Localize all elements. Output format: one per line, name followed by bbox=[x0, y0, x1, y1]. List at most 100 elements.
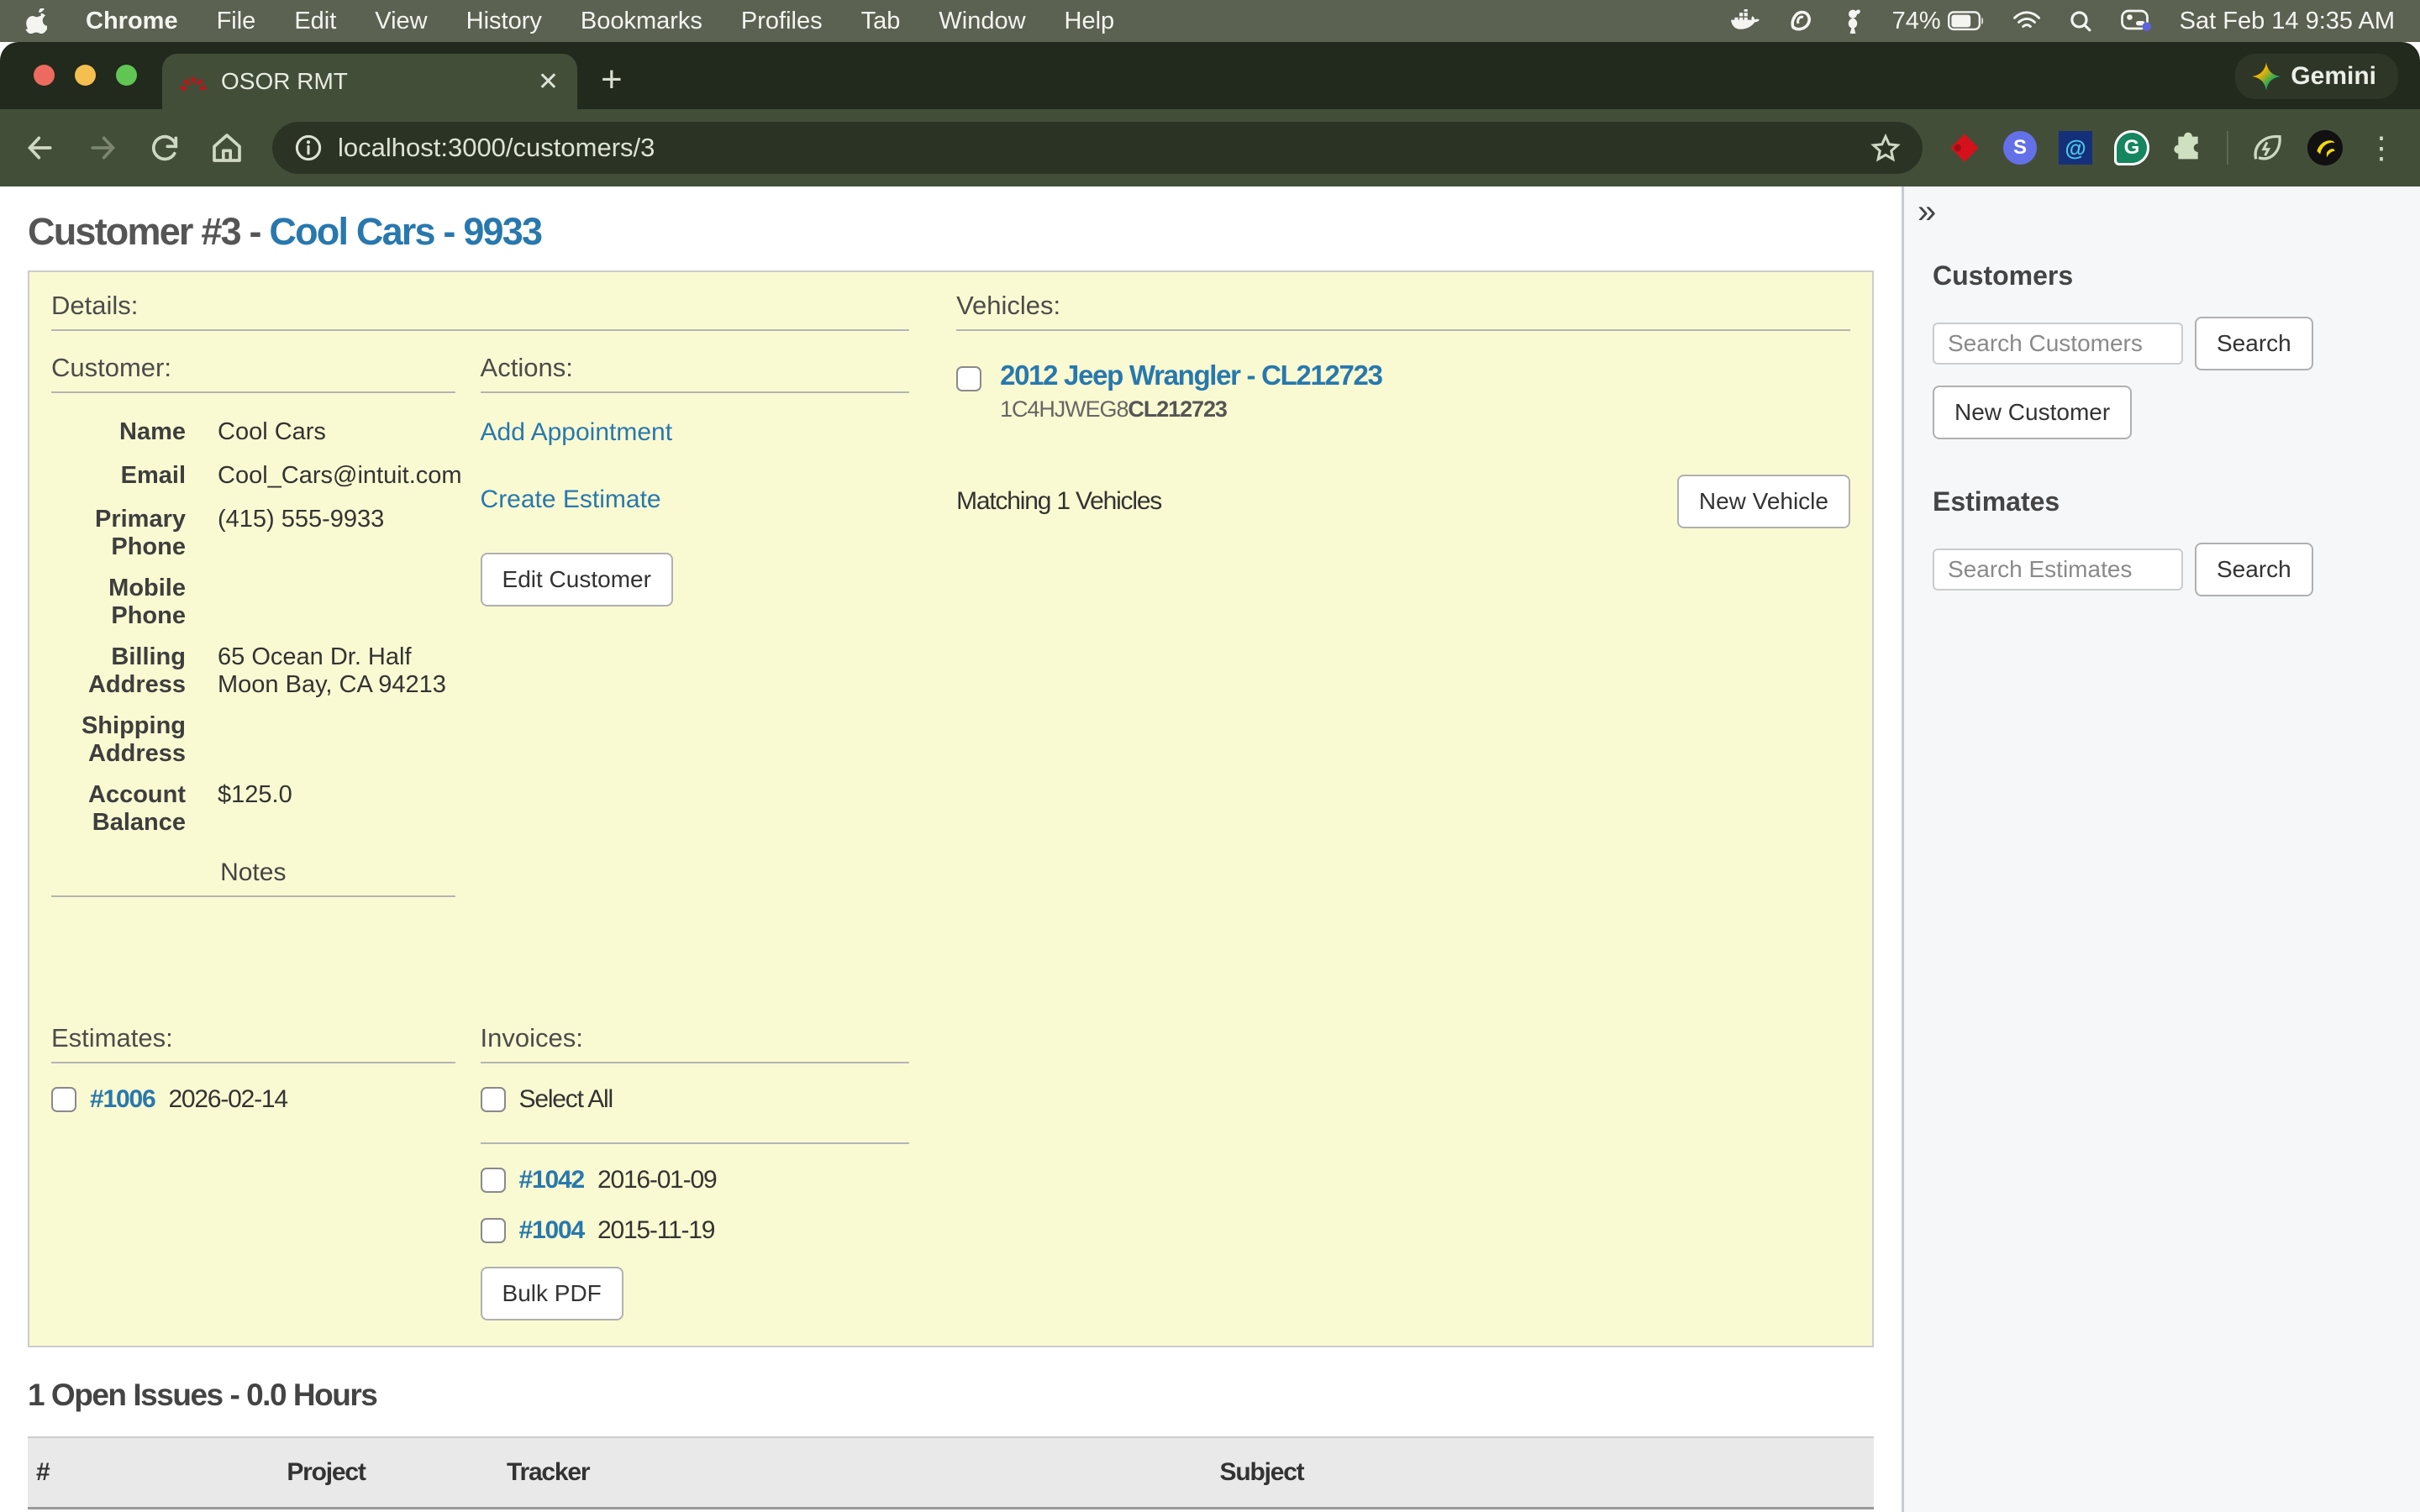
customer-column: Customer: Name Cool Cars Email Cool_Cars… bbox=[51, 353, 481, 897]
bookmark-star-icon[interactable] bbox=[1870, 133, 1901, 163]
browser-toolbar: localhost:3000/customers/3 S @ G bbox=[0, 109, 2420, 186]
user-switch-icon[interactable] bbox=[2121, 9, 2151, 33]
invoice-item: #1004 2015-11-19 bbox=[481, 1216, 910, 1245]
menu-history[interactable]: History bbox=[466, 8, 542, 35]
minimize-window-button[interactable] bbox=[75, 65, 96, 86]
gemini-button[interactable]: Gemini bbox=[2235, 54, 2398, 99]
invoice-date: 2016-01-09 bbox=[597, 1166, 716, 1194]
field-value: Cool_Cars@intuit.com bbox=[218, 462, 462, 492]
menu-profiles[interactable]: Profiles bbox=[741, 8, 823, 35]
docker-icon[interactable] bbox=[1731, 9, 1760, 33]
estimates-column: Estimates: #1006 2026-02-14 bbox=[51, 1023, 481, 1320]
extensions-puzzle-icon[interactable] bbox=[2171, 131, 2205, 165]
page-title: Customer #3 - Cool Cars - 9933 bbox=[28, 210, 1902, 254]
invoice-checkbox[interactable] bbox=[481, 1218, 506, 1243]
estimate-checkbox[interactable] bbox=[51, 1087, 76, 1112]
field-value: 65 Ocean Dr. Half Moon Bay, CA 94213 bbox=[218, 643, 462, 699]
menu-file[interactable]: File bbox=[217, 8, 256, 35]
apple-logo-icon[interactable] bbox=[25, 8, 47, 34]
invoice-date: 2015-11-19 bbox=[597, 1216, 714, 1245]
forward-button[interactable] bbox=[86, 131, 123, 165]
gemini-sparkle-icon bbox=[2252, 62, 2281, 91]
page-content: Customer #3 - Cool Cars - 9933 Details: … bbox=[0, 186, 2420, 1512]
extension-icons: S @ G ⋮ bbox=[1948, 129, 2396, 167]
extension-grammarly-icon[interactable]: G bbox=[2114, 130, 2149, 165]
back-button[interactable] bbox=[24, 131, 60, 165]
bulk-pdf-button[interactable]: Bulk PDF bbox=[481, 1267, 623, 1320]
open-issues-heading: 1 Open Issues - 0.0 Hours bbox=[28, 1378, 1902, 1413]
vehicle-link[interactable]: 2012 Jeep Wrangler - CL212723 bbox=[1000, 360, 1382, 391]
gemini-label: Gemini bbox=[2291, 62, 2376, 91]
chrome-menu-icon[interactable]: ⋮ bbox=[2366, 139, 2396, 157]
select-all-label: Select All bbox=[519, 1085, 613, 1114]
menu-chrome[interactable]: Chrome bbox=[86, 8, 178, 35]
details-heading: Details: bbox=[51, 291, 909, 331]
header-project: Project bbox=[154, 1437, 498, 1509]
extension-redshield-icon[interactable] bbox=[1948, 131, 1981, 165]
menu-view[interactable]: View bbox=[375, 8, 427, 35]
menu-tab[interactable]: Tab bbox=[861, 8, 901, 35]
site-info-icon[interactable] bbox=[294, 134, 323, 162]
field-value bbox=[218, 575, 462, 630]
actions-column: Actions: Add Appointment Create Estimate… bbox=[481, 353, 910, 897]
field-label: Mobile Phone bbox=[51, 575, 186, 630]
menu-bookmarks[interactable]: Bookmarks bbox=[581, 8, 702, 35]
issues-table: # Project Tracker Subject 77 Redmine Tes… bbox=[28, 1436, 1874, 1512]
search-customers-button[interactable]: Search bbox=[2195, 317, 2313, 370]
vehicle-checkbox[interactable] bbox=[956, 366, 981, 391]
header-tracker: Tracker bbox=[498, 1437, 650, 1509]
search-estimates-input[interactable] bbox=[1933, 549, 2183, 591]
battery-saver-leaf-icon[interactable] bbox=[2250, 131, 2284, 165]
menu-window[interactable]: Window bbox=[939, 8, 1025, 35]
estimate-link[interactable]: #1006 bbox=[90, 1085, 155, 1114]
reload-button[interactable] bbox=[148, 131, 185, 165]
invoice-link[interactable]: #1042 bbox=[519, 1166, 584, 1194]
matching-vehicles-text: Matching 1 Vehicles bbox=[956, 487, 1161, 516]
new-tab-button[interactable]: + bbox=[601, 59, 623, 101]
gnome-icon[interactable] bbox=[1842, 8, 1864, 34]
customer-name-link[interactable]: Cool Cars - 9933 bbox=[269, 210, 541, 253]
collapse-sidebar-icon[interactable]: » bbox=[1918, 193, 1936, 230]
page-title-prefix: Customer #3 - bbox=[28, 210, 269, 253]
tab-close-icon[interactable]: ✕ bbox=[538, 67, 559, 97]
spotlight-icon[interactable] bbox=[2069, 9, 2092, 33]
new-customer-button[interactable]: New Customer bbox=[1933, 386, 2132, 439]
address-bar[interactable]: localhost:3000/customers/3 bbox=[272, 122, 1923, 174]
invoice-link[interactable]: #1004 bbox=[519, 1216, 584, 1245]
menubar-clock[interactable]: Sat Feb 14 9:35 AM bbox=[2180, 8, 2395, 35]
search-customers-input[interactable] bbox=[1933, 323, 2183, 365]
invoices-divider bbox=[481, 1142, 910, 1144]
vehicle-item: 2012 Jeep Wrangler - CL212723 1C4HJWEG8C… bbox=[956, 360, 1850, 423]
extension-at-icon[interactable]: @ bbox=[2059, 131, 2092, 165]
create-estimate-link[interactable]: Create Estimate bbox=[481, 486, 910, 514]
select-all-checkbox[interactable] bbox=[481, 1087, 506, 1112]
estimate-item: #1006 2026-02-14 bbox=[51, 1085, 455, 1114]
home-button[interactable] bbox=[210, 131, 247, 165]
close-window-button[interactable] bbox=[34, 65, 55, 86]
wifi-icon[interactable] bbox=[2013, 10, 2040, 32]
vehicles-section: Vehicles: 2012 Jeep Wrangler - CL212723 … bbox=[933, 291, 1850, 1320]
menu-help[interactable]: Help bbox=[1065, 8, 1115, 35]
add-appointment-link[interactable]: Add Appointment bbox=[481, 418, 910, 447]
estimates-heading: Estimates: bbox=[51, 1023, 455, 1063]
traffic-lights bbox=[34, 65, 137, 86]
zoom-window-button[interactable] bbox=[116, 65, 137, 86]
tab-osor-rmt[interactable]: OSOR RMT ✕ bbox=[162, 54, 577, 109]
url-text[interactable]: localhost:3000/customers/3 bbox=[338, 133, 1855, 163]
orbstack-icon[interactable] bbox=[1788, 8, 1813, 34]
extension-s-icon[interactable]: S bbox=[2003, 131, 2037, 165]
edit-customer-button[interactable]: Edit Customer bbox=[481, 553, 673, 606]
search-estimates-button[interactable]: Search bbox=[2195, 543, 2313, 596]
menu-edit[interactable]: Edit bbox=[294, 8, 336, 35]
invoice-checkbox[interactable] bbox=[481, 1168, 506, 1193]
field-value bbox=[218, 712, 462, 768]
field-label: Account Balance bbox=[51, 781, 186, 837]
battery-status[interactable]: 74% bbox=[1892, 8, 1985, 35]
header-subject: Subject bbox=[650, 1437, 1874, 1509]
issues-table-header: # Project Tracker Subject bbox=[28, 1437, 1874, 1509]
new-vehicle-button[interactable]: New Vehicle bbox=[1677, 475, 1850, 528]
tab-strip: OSOR RMT ✕ + Gemini bbox=[0, 42, 2420, 109]
field-label: Name bbox=[51, 418, 186, 449]
profile-avatar[interactable] bbox=[2306, 129, 2344, 167]
field-value: $125.0 bbox=[218, 781, 462, 837]
